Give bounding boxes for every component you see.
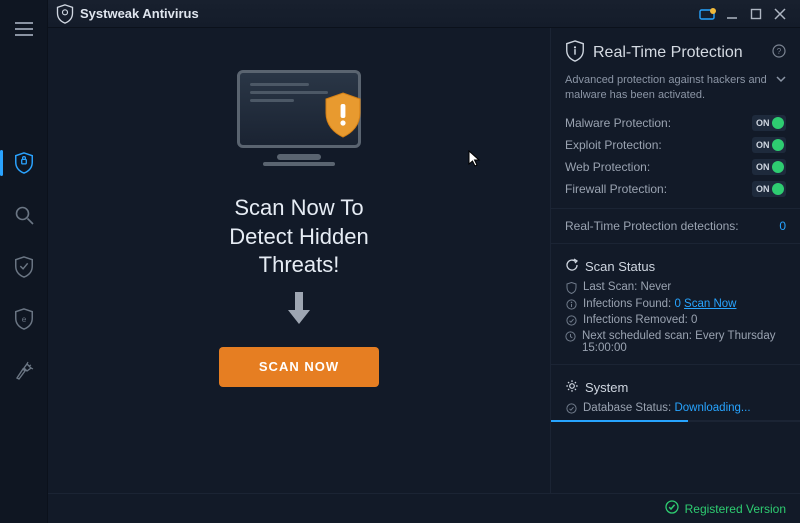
check-circle-icon [565, 402, 577, 414]
notification-icon[interactable] [696, 4, 720, 24]
rtp-advanced-expand[interactable]: Advanced protection against hackers and … [565, 73, 786, 104]
hero-headline: Scan Now To Detect Hidden Threats! [229, 194, 368, 280]
refresh-icon [565, 258, 579, 275]
sidebar-item-quarantine[interactable]: e [0, 296, 48, 342]
toggle-web-protection[interactable]: Web Protection: ON [565, 156, 786, 178]
svg-text:e: e [21, 315, 26, 324]
help-icon[interactable]: ? [772, 44, 786, 61]
sidebar-item-status[interactable] [0, 140, 48, 186]
svg-text:?: ? [777, 47, 782, 56]
clock-icon [565, 330, 576, 342]
down-arrow-icon [284, 290, 314, 331]
scan-status-title: Scan Status [585, 259, 655, 274]
toggle-firewall-protection[interactable]: Firewall Protection: ON [565, 178, 786, 200]
sidebar-item-protection[interactable] [0, 244, 48, 290]
sidebar-item-tools[interactable] [0, 348, 48, 394]
minimize-button[interactable] [720, 4, 744, 24]
app-logo: Systweak Antivirus [56, 4, 199, 24]
hero-monitor-illustration [229, 70, 369, 180]
database-progress [551, 420, 800, 422]
check-circle-icon [565, 314, 577, 326]
sidebar-item-scan[interactable] [0, 192, 48, 238]
app-title: Systweak Antivirus [80, 6, 199, 21]
toggle-exploit-protection[interactable]: Exploit Protection: ON [565, 134, 786, 156]
toggle-malware-protection[interactable]: Malware Protection: ON [565, 112, 786, 134]
shield-info-icon [565, 40, 585, 65]
chevron-down-icon [776, 73, 786, 88]
system-title: System [585, 380, 628, 395]
menu-button[interactable] [0, 6, 48, 52]
scan-now-link[interactable]: Scan Now [684, 298, 736, 310]
scan-now-button[interactable]: SCAN NOW [219, 347, 379, 387]
maximize-button[interactable] [744, 4, 768, 24]
gear-icon [565, 379, 579, 396]
database-status-value: Downloading... [674, 402, 750, 414]
logo-shield-icon [56, 4, 74, 24]
rtp-detections-count: 0 [779, 219, 786, 233]
info-icon [565, 298, 577, 310]
close-button[interactable] [768, 4, 792, 24]
registered-label: Registered Version [685, 502, 786, 516]
rtp-detections-label: Real-Time Protection detections: [565, 219, 739, 233]
check-icon [665, 500, 679, 517]
rtp-title: Real-Time Protection [593, 44, 743, 62]
shield-check-icon [565, 281, 577, 294]
